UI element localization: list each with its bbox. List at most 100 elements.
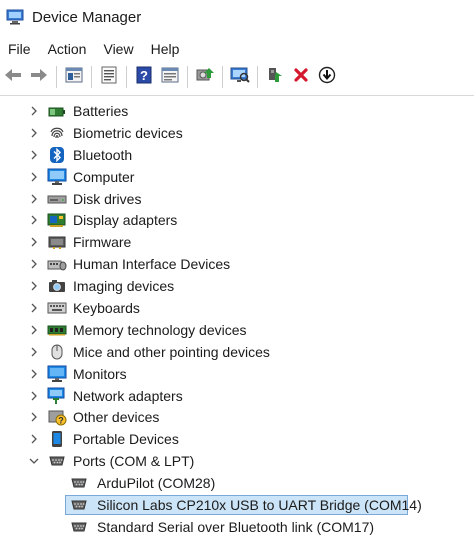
category-label: Ports (COM & LPT) — [73, 453, 195, 470]
hid-icon — [47, 255, 67, 273]
chevron-right-icon[interactable] — [29, 193, 39, 205]
category-label: Other devices — [73, 409, 160, 426]
device-tree[interactable]: Batteries Biometric devices Bluetooth Compu… — [0, 100, 474, 538]
window-title: Device Manager — [32, 8, 142, 26]
display-adapter-icon — [47, 211, 67, 229]
device-label: Silicon Labs CP210x USB to UART Bridge (… — [97, 496, 422, 513]
category-item[interactable]: Biometric devices — [0, 122, 474, 144]
category-item[interactable]: Portable Devices — [0, 428, 474, 450]
show-hidden-icon — [100, 66, 118, 89]
toolbar: ? — [0, 63, 474, 91]
disable-device-button[interactable] — [316, 66, 338, 88]
category-item[interactable]: Monitors — [0, 363, 474, 385]
svg-text:?: ? — [140, 68, 148, 83]
category-label: Biometric devices — [73, 124, 183, 141]
category-item[interactable]: Display adapters — [0, 209, 474, 231]
chevron-right-icon[interactable] — [29, 411, 39, 423]
category-item[interactable]: Bluetooth — [0, 144, 474, 166]
properties-icon — [65, 67, 83, 88]
enable-device-button[interactable] — [264, 66, 286, 88]
chevron-right-icon[interactable] — [29, 236, 39, 248]
chevron-down-icon[interactable] — [29, 455, 39, 467]
toolbar-divider — [0, 95, 474, 96]
svg-text:?: ? — [58, 416, 64, 426]
category-label: Disk drives — [73, 190, 142, 207]
toolbar-separator — [126, 66, 127, 88]
show-hidden-button[interactable] — [98, 66, 120, 88]
chevron-right-icon[interactable] — [29, 280, 39, 292]
toolbar-separator — [222, 66, 223, 88]
mouse-icon — [47, 343, 67, 361]
category-item[interactable]: Mice and other pointing devices — [0, 341, 474, 363]
category-label: Network adapters — [73, 387, 183, 404]
portable-device-icon — [47, 430, 67, 448]
help-icon: ? — [136, 66, 152, 89]
firmware-icon — [47, 233, 67, 251]
forward-button[interactable] — [28, 66, 50, 88]
fingerprint-icon — [47, 124, 67, 142]
menu-help[interactable]: Help — [143, 41, 188, 57]
chevron-right-icon[interactable] — [29, 324, 39, 336]
scan-hardware-icon — [230, 66, 250, 89]
chevron-right-icon[interactable] — [29, 214, 39, 226]
scan-hardware-button[interactable] — [229, 66, 251, 88]
chevron-right-icon[interactable] — [29, 171, 39, 183]
unknown-device-icon: ? — [47, 408, 67, 426]
chevron-right-icon[interactable] — [29, 105, 39, 117]
port-icon — [47, 452, 67, 470]
device-manager-app-icon — [6, 9, 24, 25]
forward-icon — [29, 67, 49, 88]
category-item[interactable]: ? Other devices — [0, 406, 474, 428]
category-item[interactable]: Network adapters — [0, 385, 474, 407]
help-button[interactable]: ? — [133, 66, 155, 88]
category-item[interactable]: Human Interface Devices — [0, 253, 474, 275]
category-label: Human Interface Devices — [73, 256, 231, 273]
chevron-right-icon[interactable] — [29, 258, 39, 270]
chevron-right-icon[interactable] — [29, 346, 39, 358]
port-connector-icon — [69, 474, 89, 492]
device-item[interactable]: Silicon Labs CP210x USB to UART Bridge (… — [0, 494, 474, 516]
category-item[interactable]: Firmware — [0, 231, 474, 253]
port-connector-icon — [69, 496, 89, 514]
battery-icon — [47, 102, 67, 120]
category-item[interactable]: Disk drives — [0, 188, 474, 210]
category-item[interactable]: Computer — [0, 166, 474, 188]
properties-button[interactable] — [63, 66, 85, 88]
title-bar: Device Manager — [0, 0, 474, 34]
category-label: Memory technology devices — [73, 321, 247, 338]
category-item[interactable]: Ports (COM & LPT) — [0, 450, 474, 472]
toolbar-separator — [91, 66, 92, 88]
uninstall-device-button[interactable] — [290, 66, 312, 88]
category-label: Imaging devices — [73, 278, 175, 295]
category-label: Batteries — [73, 102, 129, 119]
category-item[interactable]: Keyboards — [0, 297, 474, 319]
network-adapter-icon — [47, 387, 67, 405]
camera-icon — [47, 277, 67, 295]
enable-device-icon — [266, 66, 284, 89]
update-driver-button[interactable] — [194, 66, 216, 88]
monitor-icon — [47, 365, 67, 383]
back-button[interactable] — [2, 66, 24, 88]
keyboard-icon — [47, 299, 67, 317]
category-item[interactable]: Memory technology devices — [0, 319, 474, 341]
category-label: Portable Devices — [73, 431, 179, 448]
category-label: Monitors — [73, 365, 127, 382]
disable-device-icon — [318, 66, 336, 89]
menu-view[interactable]: View — [95, 41, 141, 57]
category-label: Keyboards — [73, 299, 140, 316]
view-list-button[interactable] — [159, 66, 181, 88]
chevron-right-icon[interactable] — [29, 390, 39, 402]
view-list-icon — [161, 67, 179, 88]
category-item[interactable]: Batteries — [0, 100, 474, 122]
device-item[interactable]: ArduPilot (COM28) — [0, 472, 474, 494]
chevron-right-icon[interactable] — [29, 302, 39, 314]
chevron-right-icon[interactable] — [29, 433, 39, 445]
category-item[interactable]: Imaging devices — [0, 275, 474, 297]
chevron-right-icon[interactable] — [29, 368, 39, 380]
menu-file[interactable]: File — [0, 41, 39, 57]
device-item[interactable]: Standard Serial over Bluetooth link (COM… — [0, 516, 474, 538]
menu-action[interactable]: Action — [40, 41, 95, 57]
chevron-right-icon[interactable] — [29, 149, 39, 161]
uninstall-device-icon — [293, 67, 309, 88]
chevron-right-icon[interactable] — [29, 127, 39, 139]
